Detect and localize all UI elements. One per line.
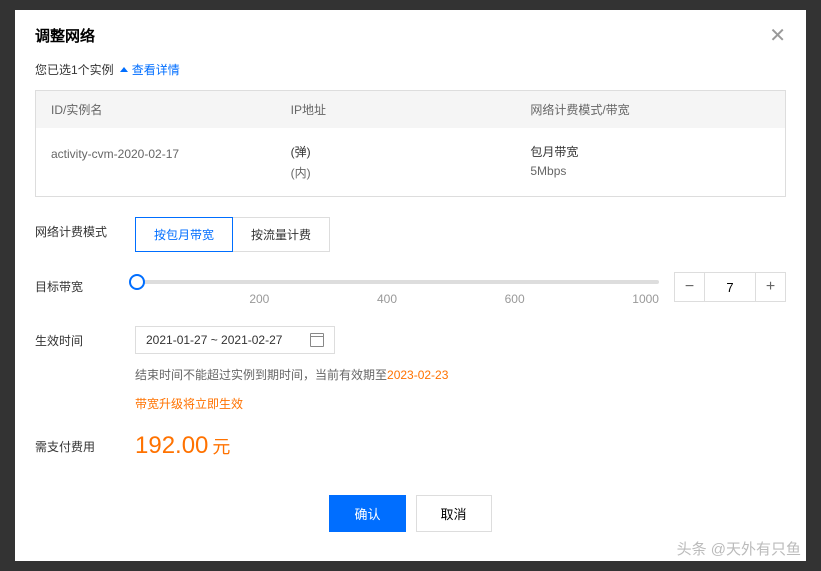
expiry-date: 2023-02-23: [387, 368, 448, 382]
cell-mode: 包月带宽 5Mbps: [530, 143, 770, 181]
cell-ip: (弹) (内): [291, 143, 531, 181]
cancel-button[interactable]: 取消: [416, 495, 492, 532]
slider-track: [135, 280, 659, 284]
bandwidth-value: 5Mbps: [530, 164, 770, 178]
table-row: activity-cvm-2020-02-17 (弹) (内) 包月带宽 5Mb…: [36, 128, 785, 196]
bandwidth-label: 目标带宽: [35, 272, 135, 295]
tick-200: 200: [249, 292, 269, 306]
billing-option-traffic[interactable]: 按流量计费: [232, 217, 330, 252]
close-button[interactable]: ✕: [769, 26, 786, 46]
col-header-mode: 网络计费模式/带宽: [530, 101, 770, 118]
upgrade-note: 带宽升级将立即生效: [135, 395, 786, 412]
stepper-minus-button[interactable]: −: [675, 273, 705, 301]
ip-internal-suffix: (内): [291, 164, 531, 181]
slider-ticks: 0 200 400 600 1000: [135, 292, 659, 306]
billing-mode-label: 网络计费模式: [35, 217, 135, 240]
ip-elastic-suffix: (弹): [291, 145, 311, 159]
selection-info: 您已选1个实例 查看详情: [35, 61, 786, 78]
bandwidth-slider[interactable]: 0 200 400 600 1000: [135, 272, 659, 306]
bandwidth-input[interactable]: [705, 273, 755, 301]
tick-1000: 1000: [632, 292, 659, 306]
col-header-id: ID/实例名: [51, 101, 291, 118]
adjust-network-modal: 调整网络 ✕ 您已选1个实例 查看详情 ID/实例名 IP地址 网络计费模式/带…: [15, 10, 806, 561]
billing-mode-value: 包月带宽: [530, 145, 578, 159]
modal-body: 您已选1个实例 查看详情 ID/实例名 IP地址 网络计费模式/带宽 activ…: [15, 56, 806, 561]
bandwidth-stepper: − +: [674, 272, 786, 302]
close-icon: ✕: [769, 25, 786, 47]
modal-title: 调整网络: [35, 25, 95, 46]
bandwidth-row: 目标带宽 0 200 400 600 1000: [35, 272, 786, 306]
effective-time-label: 生效时间: [35, 326, 135, 349]
modal-header: 调整网络 ✕: [15, 10, 806, 56]
calendar-icon: [310, 333, 324, 347]
instance-table: ID/实例名 IP地址 网络计费模式/带宽 activity-cvm-2020-…: [35, 90, 786, 197]
date-range-input[interactable]: 2021-01-27 ~ 2021-02-27: [135, 326, 335, 354]
view-details-link[interactable]: 查看详情: [132, 61, 180, 78]
stepper-plus-button[interactable]: +: [755, 273, 785, 301]
tick-400: 400: [377, 292, 397, 306]
caret-up-icon: [120, 67, 128, 72]
selection-count: 您已选1个实例: [35, 61, 114, 78]
cost-amount: 192.00: [135, 432, 208, 459]
table-header: ID/实例名 IP地址 网络计费模式/带宽: [36, 91, 785, 128]
modal-footer: 确认 取消: [35, 480, 786, 552]
effective-time-row: 生效时间 2021-01-27 ~ 2021-02-27 结束时间不能超过实例到…: [35, 326, 786, 412]
expiry-hint: 结束时间不能超过实例到期时间，当前有效期至2023-02-23: [135, 366, 786, 383]
billing-mode-row: 网络计费模式 按包月带宽 按流量计费: [35, 217, 786, 252]
tick-600: 600: [505, 292, 525, 306]
cost-unit: 元: [212, 437, 230, 457]
billing-option-monthly[interactable]: 按包月带宽: [135, 217, 233, 252]
col-header-ip: IP地址: [291, 101, 531, 118]
billing-mode-radio-group: 按包月带宽 按流量计费: [135, 217, 786, 252]
confirm-button[interactable]: 确认: [329, 495, 405, 532]
cost-row: 需支付费用 192.00元: [35, 432, 786, 460]
cost-label: 需支付费用: [35, 432, 135, 455]
date-range-value: 2021-01-27 ~ 2021-02-27: [146, 333, 282, 347]
instance-name: activity-cvm-2020-02-17: [51, 147, 291, 161]
expiry-hint-text: 结束时间不能超过实例到期时间，当前有效期至: [135, 368, 387, 382]
cell-id: activity-cvm-2020-02-17: [51, 143, 291, 181]
slider-thumb[interactable]: [129, 274, 145, 290]
